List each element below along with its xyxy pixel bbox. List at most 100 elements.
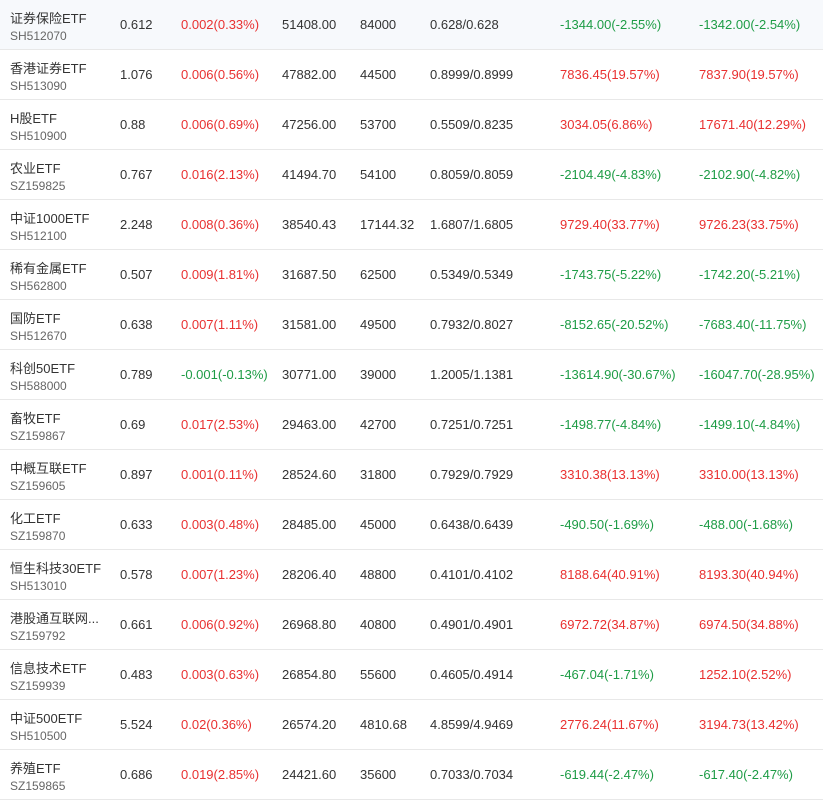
change-cell: 0.002(0.33%): [181, 17, 260, 32]
security-code: SZ159870: [10, 529, 66, 543]
change-cell: 0.019(2.85%): [181, 767, 260, 782]
security-code: SZ159939: [10, 679, 66, 693]
table-row[interactable]: 科创50ETF SH588000 0.789 -0.001(-0.13%) 30…: [0, 350, 823, 400]
change-cell: 0.016(2.13%): [181, 167, 260, 182]
security-name[interactable]: 国防ETF: [10, 308, 110, 327]
table-row[interactable]: 化工ETF SZ159870 0.633 0.003(0.48%) 28485.…: [0, 500, 823, 550]
cost-price-cell: 0.7929/0.7929: [430, 467, 514, 482]
price-cell: 2.248: [120, 217, 153, 232]
total-profit-loss-cell: -16047.70(-28.95%): [699, 367, 815, 382]
market-value-cell: 28524.60: [282, 467, 337, 482]
table-row[interactable]: 香港证券ETF SH513090 1.076 0.006(0.56%) 4788…: [0, 50, 823, 100]
quantity-cell: 55600: [360, 667, 397, 682]
table-row[interactable]: 稀有金属ETF SH562800 0.507 0.009(1.81%) 3168…: [0, 250, 823, 300]
security-name[interactable]: 中概互联ETF: [10, 458, 110, 477]
security-name[interactable]: 港股通互联网...: [10, 608, 110, 627]
cost-price-cell: 0.5349/0.5349: [430, 267, 514, 282]
profit-loss-cell: 3034.05(6.86%): [560, 117, 653, 132]
security-name[interactable]: 中证1000ETF: [10, 208, 110, 227]
security-cell: 稀有金属ETF SH562800: [10, 250, 110, 299]
total-profit-loss-cell: 6974.50(34.88%): [699, 617, 799, 632]
security-name[interactable]: H股ETF: [10, 108, 110, 127]
change-cell: -0.001(-0.13%): [181, 367, 268, 382]
price-cell: 0.483: [120, 667, 153, 682]
quantity-cell: 39000: [360, 367, 397, 382]
holdings-table: 证券保险ETF SH512070 0.612 0.002(0.33%) 5140…: [0, 0, 823, 800]
table-row[interactable]: 养殖ETF SZ159865 0.686 0.019(2.85%) 24421.…: [0, 750, 823, 800]
price-cell: 0.578: [120, 567, 153, 582]
market-value-cell: 29463.00: [282, 417, 337, 432]
table-row[interactable]: 恒生科技30ETF SH513010 0.578 0.007(1.23%) 28…: [0, 550, 823, 600]
security-cell: 科创50ETF SH588000: [10, 350, 110, 399]
profit-loss-cell: -467.04(-1.71%): [560, 667, 654, 682]
security-name[interactable]: 恒生科技30ETF: [10, 558, 110, 577]
total-profit-loss-cell: 17671.40(12.29%): [699, 117, 806, 132]
cost-price-cell: 0.4901/0.4901: [430, 617, 514, 632]
profit-loss-cell: 3310.38(13.13%): [560, 467, 660, 482]
security-name[interactable]: 中证500ETF: [10, 708, 110, 727]
table-row[interactable]: H股ETF SH510900 0.88 0.006(0.69%) 47256.0…: [0, 100, 823, 150]
change-cell: 0.006(0.92%): [181, 617, 260, 632]
security-name[interactable]: 科创50ETF: [10, 358, 110, 377]
profit-loss-cell: 9729.40(33.77%): [560, 217, 660, 232]
change-cell: 0.017(2.53%): [181, 417, 260, 432]
security-name[interactable]: 农业ETF: [10, 158, 110, 177]
security-name[interactable]: 香港证券ETF: [10, 58, 110, 77]
quantity-cell: 54100: [360, 167, 397, 182]
quantity-cell: 40800: [360, 617, 397, 632]
table-row[interactable]: 港股通互联网... SZ159792 0.661 0.006(0.92%) 26…: [0, 600, 823, 650]
security-cell: 中证500ETF SH510500: [10, 700, 110, 749]
security-code: SH510500: [10, 729, 67, 743]
table-row[interactable]: 中概互联ETF SZ159605 0.897 0.001(0.11%) 2852…: [0, 450, 823, 500]
market-value-cell: 41494.70: [282, 167, 337, 182]
profit-loss-cell: -619.44(-2.47%): [560, 767, 654, 782]
table-row[interactable]: 农业ETF SZ159825 0.767 0.016(2.13%) 41494.…: [0, 150, 823, 200]
quantity-cell: 48800: [360, 567, 397, 582]
table-row[interactable]: 国防ETF SH512670 0.638 0.007(1.11%) 31581.…: [0, 300, 823, 350]
total-profit-loss-cell: 9726.23(33.75%): [699, 217, 799, 232]
table-row[interactable]: 畜牧ETF SZ159867 0.69 0.017(2.53%) 29463.0…: [0, 400, 823, 450]
security-cell: 中证1000ETF SH512100: [10, 200, 110, 249]
cost-price-cell: 0.7251/0.7251: [430, 417, 514, 432]
change-cell: 0.003(0.48%): [181, 517, 260, 532]
total-profit-loss-cell: -617.40(-2.47%): [699, 767, 793, 782]
security-name[interactable]: 养殖ETF: [10, 758, 110, 777]
profit-loss-cell: 6972.72(34.87%): [560, 617, 660, 632]
security-code: SH512100: [10, 229, 67, 243]
cost-price-cell: 0.5509/0.8235: [430, 117, 514, 132]
price-cell: 0.897: [120, 467, 153, 482]
security-name[interactable]: 稀有金属ETF: [10, 258, 110, 277]
market-value-cell: 30771.00: [282, 367, 337, 382]
profit-loss-cell: 2776.24(11.67%): [560, 717, 659, 732]
change-cell: 0.001(0.11%): [181, 467, 259, 482]
change-cell: 0.007(1.23%): [181, 567, 260, 582]
security-name[interactable]: 证券保险ETF: [10, 8, 110, 27]
security-code: SH510900: [10, 129, 67, 143]
cost-price-cell: 0.628/0.628: [430, 17, 499, 32]
price-cell: 0.767: [120, 167, 153, 182]
total-profit-loss-cell: 7837.90(19.57%): [699, 67, 799, 82]
market-value-cell: 38540.43: [282, 217, 337, 232]
market-value-cell: 31581.00: [282, 317, 337, 332]
cost-price-cell: 0.8059/0.8059: [430, 167, 514, 182]
security-name[interactable]: 畜牧ETF: [10, 408, 110, 427]
table-row[interactable]: 信息技术ETF SZ159939 0.483 0.003(0.63%) 2685…: [0, 650, 823, 700]
price-cell: 0.789: [120, 367, 153, 382]
table-row[interactable]: 证券保险ETF SH512070 0.612 0.002(0.33%) 5140…: [0, 0, 823, 50]
quantity-cell: 53700: [360, 117, 397, 132]
security-name[interactable]: 化工ETF: [10, 508, 110, 527]
security-cell: 香港证券ETF SH513090: [10, 50, 110, 99]
total-profit-loss-cell: -488.00(-1.68%): [699, 517, 793, 532]
security-name[interactable]: 信息技术ETF: [10, 658, 110, 677]
total-profit-loss-cell: 3194.73(13.42%): [699, 717, 799, 732]
total-profit-loss-cell: -2102.90(-4.82%): [699, 167, 801, 182]
security-cell: 农业ETF SZ159825: [10, 150, 110, 199]
security-code: SH513010: [10, 579, 67, 593]
change-cell: 0.006(0.69%): [181, 117, 260, 132]
profit-loss-cell: 8188.64(40.91%): [560, 567, 660, 582]
table-row[interactable]: 中证1000ETF SH512100 2.248 0.008(0.36%) 38…: [0, 200, 823, 250]
table-row[interactable]: 中证500ETF SH510500 5.524 0.02(0.36%) 2657…: [0, 700, 823, 750]
market-value-cell: 47256.00: [282, 117, 337, 132]
quantity-cell: 35600: [360, 767, 397, 782]
total-profit-loss-cell: 1252.10(2.52%): [699, 667, 792, 682]
